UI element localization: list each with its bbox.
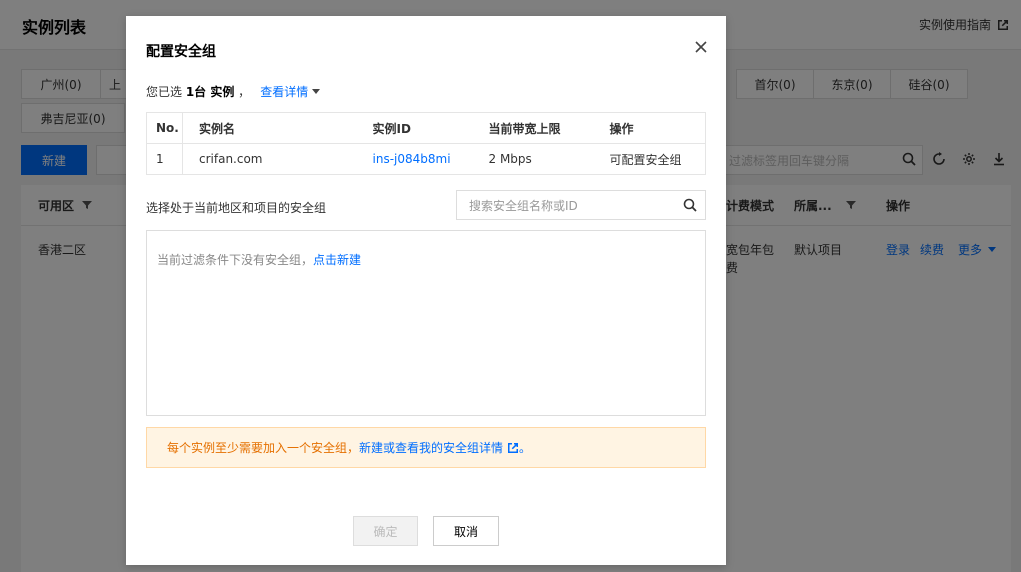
notice-link-label: 新建或查看我的安全组详情 xyxy=(359,441,504,455)
empty-text: 当前过滤条件下没有安全组， xyxy=(157,253,314,267)
create-new-link[interactable]: 点击新建 xyxy=(313,253,361,267)
confirm-button[interactable]: 确定 xyxy=(353,516,418,546)
cell-bandwidth: 2 Mbps xyxy=(472,143,594,175)
selected-instances-table: No. 实例名 实例ID 当前带宽上限 操作 1 crifan.com ins-… xyxy=(146,112,706,175)
th-instance-id: 实例ID xyxy=(356,112,473,144)
security-group-details-link[interactable]: 新建或查看我的安全组详情 xyxy=(359,439,519,456)
notice-text: 每个实例至少需要加入一个安全组， xyxy=(167,441,360,455)
th-operation: 操作 xyxy=(593,112,706,144)
external-link-icon xyxy=(508,442,519,453)
th-no: No. xyxy=(146,112,183,144)
table-row: 1 crifan.com ins-j084b8mi 2 Mbps 可配置安全组 xyxy=(146,143,706,175)
view-details-link[interactable]: 查看详情 xyxy=(260,83,321,100)
cell-no: 1 xyxy=(146,143,183,175)
close-icon[interactable] xyxy=(694,40,708,54)
sg-search-placeholder: 搜索安全组名称或ID xyxy=(469,198,578,213)
cancel-button[interactable]: 取消 xyxy=(433,516,499,546)
caret-down-icon xyxy=(312,88,321,94)
security-group-label: 选择处于当前地区和项目的安全组 xyxy=(146,201,327,215)
notice-banner: 每个实例至少需要加入一个安全组， 新建或查看我的安全组详情 。 xyxy=(146,427,706,468)
cell-operation: 可配置安全组 xyxy=(593,143,706,175)
view-details-label: 查看详情 xyxy=(260,85,309,99)
selected-suffix: ， xyxy=(234,85,251,99)
selected-summary: 您已选 1台 实例 ， 查看详情 xyxy=(146,83,321,100)
table-header-row: No. 实例名 实例ID 当前带宽上限 操作 xyxy=(146,112,706,144)
security-group-list: 当前过滤条件下没有安全组，点击新建 xyxy=(146,230,706,416)
dialog-title: 配置安全组 xyxy=(146,44,216,60)
instance-id-link[interactable]: ins-j084b8mi xyxy=(356,143,473,175)
cell-instance-name: crifan.com xyxy=(182,143,357,175)
th-instance-name: 实例名 xyxy=(182,112,357,144)
configure-security-group-dialog: 配置安全组 您已选 1台 实例 ， 查看详情 No. 实例名 实例ID 当前带宽… xyxy=(126,16,726,565)
selected-count: 1台 实例 xyxy=(185,85,235,99)
selected-prefix: 您已选 xyxy=(146,85,186,99)
notice-end: 。 xyxy=(519,441,532,455)
th-bandwidth: 当前带宽上限 xyxy=(472,112,594,144)
search-icon[interactable] xyxy=(683,198,697,212)
empty-state: 当前过滤条件下没有安全组，点击新建 xyxy=(157,251,361,268)
security-group-search-input[interactable]: 搜索安全组名称或ID xyxy=(456,190,706,220)
